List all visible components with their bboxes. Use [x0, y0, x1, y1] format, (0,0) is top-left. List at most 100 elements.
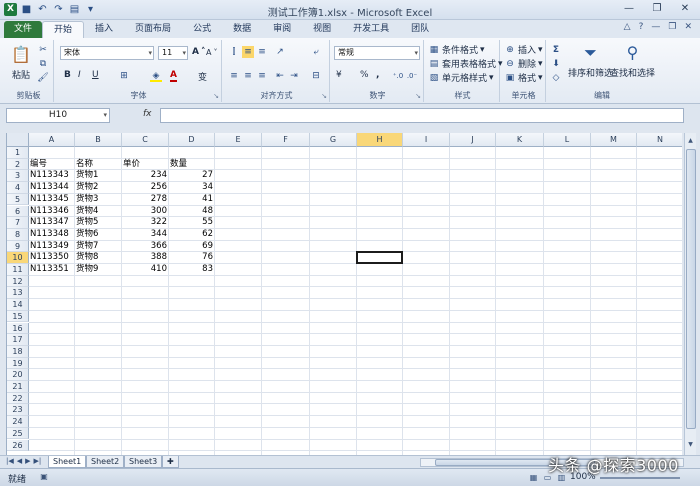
- row-header-5[interactable]: 5: [7, 193, 29, 206]
- align-right-icon[interactable]: ≡: [256, 70, 268, 82]
- sheet-tab-sheet1[interactable]: Sheet1: [48, 456, 87, 468]
- vertical-scroll-thumb[interactable]: [686, 149, 696, 429]
- tab-data[interactable]: 数据: [222, 21, 262, 38]
- cell-b9[interactable]: 货物7: [75, 241, 122, 253]
- dialog-launcher-icon[interactable]: ↘: [415, 92, 421, 100]
- autosum-icon[interactable]: Σ: [550, 44, 562, 56]
- row-header-26[interactable]: 26: [7, 439, 29, 452]
- cell-d10[interactable]: 76: [169, 252, 215, 264]
- cell-c5[interactable]: 278: [122, 194, 169, 206]
- cell-b8[interactable]: 货物6: [75, 229, 122, 241]
- dialog-launcher-icon[interactable]: ↘: [321, 92, 327, 100]
- tab-insert[interactable]: 插入: [84, 21, 124, 38]
- row-header-9[interactable]: 9: [7, 240, 29, 253]
- shrink-font-button[interactable]: A ˅: [206, 48, 217, 57]
- cell-b10[interactable]: 货物8: [75, 252, 122, 264]
- cell-styles-button[interactable]: ▧ 单元格样式 ▾: [428, 71, 494, 85]
- cell-c9[interactable]: 366: [122, 241, 169, 253]
- macro-record-icon[interactable]: ▣: [38, 472, 50, 483]
- fx-button[interactable]: fx: [143, 109, 152, 119]
- cell-b3[interactable]: 货物1: [75, 170, 122, 182]
- doc-close-icon[interactable]: ✕: [684, 22, 692, 32]
- row-header-10[interactable]: 10: [7, 252, 29, 264]
- clear-icon[interactable]: ◇: [550, 72, 562, 84]
- insert-sheet-button[interactable]: ✚: [162, 456, 179, 468]
- cell-a5[interactable]: N113345: [29, 194, 75, 206]
- last-sheet-icon[interactable]: ▶|: [34, 457, 42, 465]
- comma-button[interactable]: ,: [376, 70, 379, 80]
- percent-button[interactable]: %: [360, 70, 369, 80]
- row-header-25[interactable]: 25: [7, 427, 29, 440]
- cell-c11[interactable]: 410: [122, 264, 169, 276]
- minimize-icon[interactable]: —: [620, 2, 638, 16]
- cell-d8[interactable]: 62: [169, 229, 215, 241]
- row-header-18[interactable]: 18: [7, 345, 29, 358]
- row-header-17[interactable]: 17: [7, 334, 29, 346]
- cell-c4[interactable]: 256: [122, 182, 169, 194]
- row-header-23[interactable]: 23: [7, 404, 29, 417]
- cell-a10[interactable]: N113350: [29, 252, 75, 264]
- currency-button[interactable]: ¥: [336, 70, 342, 80]
- border-button[interactable]: ⊞: [118, 70, 130, 82]
- row-header-21[interactable]: 21: [7, 381, 29, 393]
- align-center-icon[interactable]: ≡: [242, 70, 254, 82]
- sheet-tab-sheet2[interactable]: Sheet2: [86, 456, 125, 468]
- format-painter-icon[interactable]: 🖌: [37, 72, 49, 84]
- find-select-button[interactable]: ⚲ 查找和选择: [610, 42, 655, 79]
- cell-c10[interactable]: 388: [122, 252, 169, 264]
- cell-a4[interactable]: N113344: [29, 182, 75, 194]
- column-header-j[interactable]: J: [450, 133, 496, 147]
- number-format-combo[interactable]: 常规 ▾: [334, 46, 420, 60]
- row-header-12[interactable]: 12: [7, 275, 29, 288]
- formula-input[interactable]: [160, 108, 684, 123]
- merge-center-icon[interactable]: ⊟: [310, 70, 322, 82]
- cell-b5[interactable]: 货物3: [75, 194, 122, 206]
- conditional-format-button[interactable]: ▦ 条件格式 ▾: [428, 43, 485, 57]
- column-header-e[interactable]: E: [215, 133, 262, 147]
- column-header-i[interactable]: I: [403, 133, 450, 147]
- cell-a9[interactable]: N113349: [29, 241, 75, 253]
- cell-c2[interactable]: 单价: [122, 159, 169, 171]
- column-header-m[interactable]: M: [591, 133, 637, 147]
- font-color-button[interactable]: A: [170, 70, 177, 82]
- cell-d2[interactable]: 数量: [169, 159, 215, 171]
- row-header-24[interactable]: 24: [7, 416, 29, 428]
- tab-home[interactable]: 开始: [42, 21, 85, 38]
- italic-button[interactable]: I: [78, 70, 81, 80]
- cell-a7[interactable]: N113347: [29, 217, 75, 229]
- cell-d6[interactable]: 48: [169, 206, 215, 218]
- row-header-11[interactable]: 11: [7, 264, 29, 276]
- sheet-tab-sheet3[interactable]: Sheet3: [124, 456, 163, 468]
- minimize-ribbon-icon[interactable]: △: [624, 22, 631, 32]
- row-header-15[interactable]: 15: [7, 310, 29, 323]
- help-icon[interactable]: ?: [639, 22, 644, 32]
- decrease-decimal-icon[interactable]: .0⁻: [406, 70, 418, 82]
- row-header-20[interactable]: 20: [7, 369, 29, 381]
- cell-b2[interactable]: 名称: [75, 159, 122, 171]
- sort-filter-button[interactable]: ⏷ 排序和筛选: [568, 42, 613, 79]
- cell-c3[interactable]: 234: [122, 170, 169, 182]
- cut-icon[interactable]: ✂: [37, 44, 49, 56]
- row-header-8[interactable]: 8: [7, 228, 29, 241]
- worksheet-grid[interactable]: A B C D E F G H I J K L M N 1 2 3 4 5 6 7 8 9 10 11 12 13 14 15 16 17 1…: [6, 133, 682, 455]
- tab-view[interactable]: 视图: [302, 21, 342, 38]
- tab-file[interactable]: 文件: [4, 21, 43, 38]
- tab-team[interactable]: 团队: [400, 21, 440, 38]
- row-header-14[interactable]: 14: [7, 299, 29, 311]
- copy-icon[interactable]: ⧉: [37, 58, 49, 70]
- column-header-d[interactable]: D: [169, 133, 215, 147]
- restore-icon[interactable]: ❐: [648, 2, 666, 16]
- zoom-slider[interactable]: [600, 477, 680, 479]
- cell-d7[interactable]: 55: [169, 217, 215, 229]
- cell-c6[interactable]: 300: [122, 206, 169, 218]
- align-left-icon[interactable]: ≡: [228, 70, 240, 82]
- cell-c7[interactable]: 322: [122, 217, 169, 229]
- close-icon[interactable]: ✕: [676, 2, 694, 16]
- cell-d3[interactable]: 27: [169, 170, 215, 182]
- row-header-13[interactable]: 13: [7, 287, 29, 300]
- cell-a11[interactable]: N113351: [29, 264, 75, 276]
- tab-developer[interactable]: 开发工具: [342, 21, 400, 38]
- cell-a3[interactable]: N113343: [29, 170, 75, 182]
- first-sheet-icon[interactable]: |◀: [6, 457, 14, 465]
- select-all-corner[interactable]: [7, 133, 29, 147]
